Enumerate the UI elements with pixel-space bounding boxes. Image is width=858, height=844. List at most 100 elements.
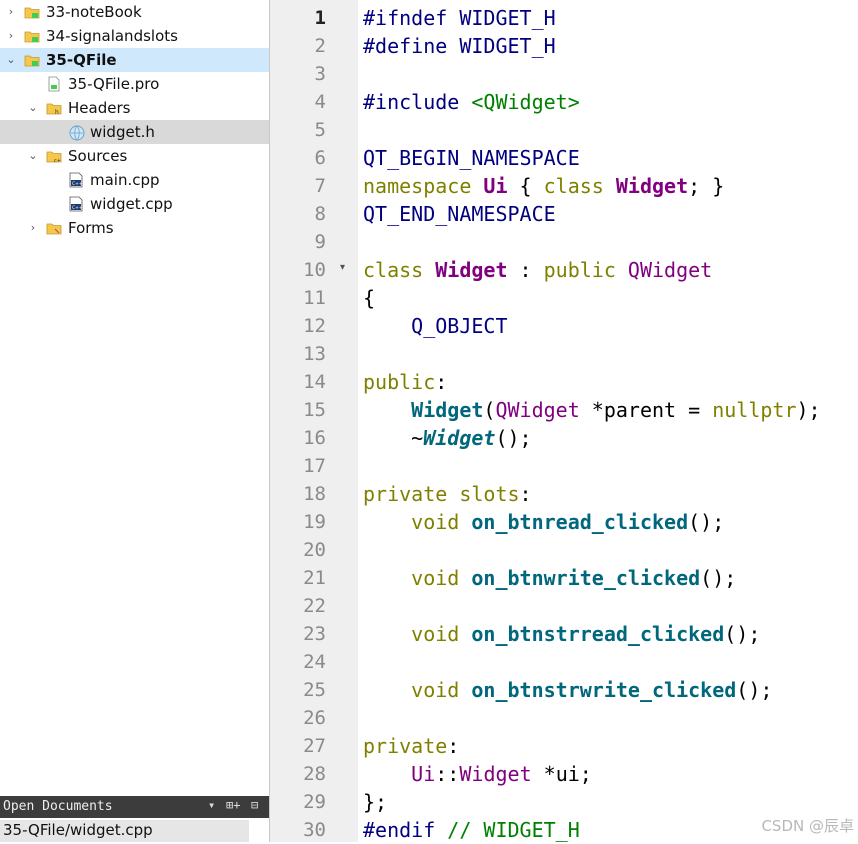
split-icon[interactable]: ⊞+ <box>226 798 240 812</box>
code-token: *parent = <box>579 398 713 422</box>
line-number: 17 <box>303 455 326 477</box>
qt-project-folder-icon <box>24 52 40 68</box>
line-number: 5 <box>314 119 326 141</box>
tree-item[interactable]: C++ widget.cpp <box>0 192 269 216</box>
tree-item-label: Sources <box>68 147 128 165</box>
code-token: public <box>543 258 628 282</box>
line-number: 12 <box>303 315 326 337</box>
code-token: : <box>519 482 532 506</box>
cpp-file-icon: C++ <box>68 196 84 212</box>
code-line: Q_OBJECT <box>363 312 507 340</box>
cpp-file-icon: C++ <box>68 172 84 188</box>
code-token: QT_BEGIN_NAMESPACE <box>363 146 580 170</box>
tree-item[interactable]: ⌄ h Headers <box>0 96 269 120</box>
chevron-down-icon[interactable]: ⌄ <box>27 148 39 164</box>
tree-item-label: 34-signalandslots <box>46 27 178 45</box>
code-token: Widget <box>435 258 508 282</box>
code-token: void <box>411 622 472 646</box>
tree-item[interactable]: › 34-signalandslots <box>0 24 269 48</box>
code-token: on_btnwrite_clicked <box>471 566 701 590</box>
code-token: private slots <box>363 482 520 506</box>
code-token: #include <box>363 90 472 114</box>
code-line: #ifndef WIDGET_H <box>363 4 556 32</box>
code-editor[interactable]: #ifndef WIDGET_H #define WIDGET_H #include… <box>358 0 858 842</box>
code-token: on_btnstrwrite_clicked <box>471 678 737 702</box>
tree-item[interactable]: › 33-noteBook <box>0 0 269 24</box>
code-line: ~Widget(); <box>363 424 532 452</box>
code-line: public: <box>363 368 447 396</box>
line-number: 23 <box>303 623 326 645</box>
code-line: namespace Ui { class Widget; } <box>363 172 724 200</box>
code-token: (); <box>495 426 532 450</box>
code-token: void <box>411 566 472 590</box>
code-token: Widget <box>411 398 484 422</box>
code-line: class Widget : public QWidget <box>363 256 712 284</box>
code-token: : <box>507 258 544 282</box>
code-token: class <box>363 258 436 282</box>
open-documents-title: Open Documents <box>3 799 113 814</box>
line-number: 10 <box>303 259 326 281</box>
code-line: private: <box>363 732 459 760</box>
code-token: : <box>447 734 460 758</box>
code-token: <QWidget> <box>471 90 580 114</box>
line-number: 26 <box>303 707 326 729</box>
code-line: private slots: <box>363 480 532 508</box>
chevron-down-icon[interactable]: ⌄ <box>27 100 39 116</box>
line-number: 30 <box>303 819 326 841</box>
fold-marker-icon[interactable]: ▾ <box>340 262 345 273</box>
line-number: 29 <box>303 791 326 813</box>
line-number: 20 <box>303 539 326 561</box>
tree-item[interactable]: › Forms <box>0 216 269 240</box>
tree-item[interactable]: C++ main.cpp <box>0 168 269 192</box>
tree-item[interactable]: ⌄ 35-QFile <box>0 48 269 72</box>
code-token: on_btnstrread_clicked <box>471 622 725 646</box>
chevron-down-icon[interactable]: ⌄ <box>5 52 17 68</box>
svg-text:C++: C++ <box>72 181 83 187</box>
open-documents-header: Open Documents ▾ ⊞+ ⊟ <box>0 796 269 818</box>
open-document-item[interactable]: 35-QFile/widget.cpp <box>0 820 249 842</box>
tree-item-label: Forms <box>68 219 114 237</box>
tree-item[interactable]: widget.h <box>0 120 269 144</box>
tree-item-label: widget.cpp <box>90 195 173 213</box>
open-document-label: 35-QFile/widget.cpp <box>3 821 153 839</box>
tree-item-label: Headers <box>68 99 131 117</box>
tree-item-label: widget.h <box>90 123 155 141</box>
line-number-gutter: 1 2 3 4 5 6 7 8 9 10 ▾ 11 12 13 14 15 16 17 18 19 20 21 22 23 24… <box>270 0 358 842</box>
code-token: }; <box>363 790 388 814</box>
code-token: public <box>363 370 436 394</box>
project-tree: › 33-noteBook › 34-signalandslots ⌄ 35-QFile 3… <box>0 0 269 794</box>
tree-item[interactable]: 35-QFile.pro <box>0 72 269 96</box>
chevron-right-icon[interactable]: › <box>5 28 17 44</box>
code-token: { <box>507 174 544 198</box>
code-token: void <box>411 510 472 534</box>
code-token: #ifndef WIDGET_H <box>363 6 556 30</box>
forms-folder-icon <box>46 220 62 236</box>
line-number: 16 <box>303 427 326 449</box>
chevron-right-icon[interactable]: › <box>5 4 17 20</box>
code-token: { <box>363 286 376 310</box>
code-token: QWidget <box>495 398 580 422</box>
line-number: 6 <box>314 147 326 169</box>
headers-folder-icon: h <box>46 100 62 116</box>
qt-project-folder-icon <box>24 4 40 20</box>
code-line: QT_BEGIN_NAMESPACE <box>363 144 580 172</box>
chevron-right-icon[interactable]: › <box>27 220 39 236</box>
code-token: // WIDGET_H <box>447 818 580 842</box>
tree-item-label: 33-noteBook <box>46 3 142 21</box>
line-number: 3 <box>314 63 326 85</box>
code-token: :: <box>435 762 460 786</box>
tree-item[interactable]: ⌄ c+ Sources <box>0 144 269 168</box>
code-token: (); <box>700 566 737 590</box>
close-pane-icon[interactable]: ⊟ <box>251 798 258 812</box>
code-token: on_btnread_clicked <box>471 510 689 534</box>
line-number: 1 <box>314 7 326 29</box>
line-number: 11 <box>303 287 326 309</box>
line-number: 25 <box>303 679 326 701</box>
code-token: Ui <box>483 174 508 198</box>
code-token: private <box>363 734 448 758</box>
open-documents-dropdown-icon[interactable]: ▾ <box>208 798 215 812</box>
